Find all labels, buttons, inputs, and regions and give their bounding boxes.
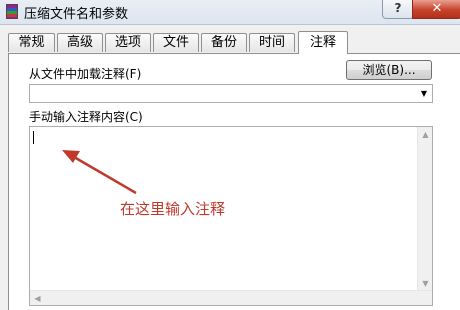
annotation-text: 在这里输入注释 — [120, 200, 226, 218]
tab-comment[interactable]: 注释 — [298, 31, 348, 54]
annotation-arrow — [62, 150, 137, 195]
